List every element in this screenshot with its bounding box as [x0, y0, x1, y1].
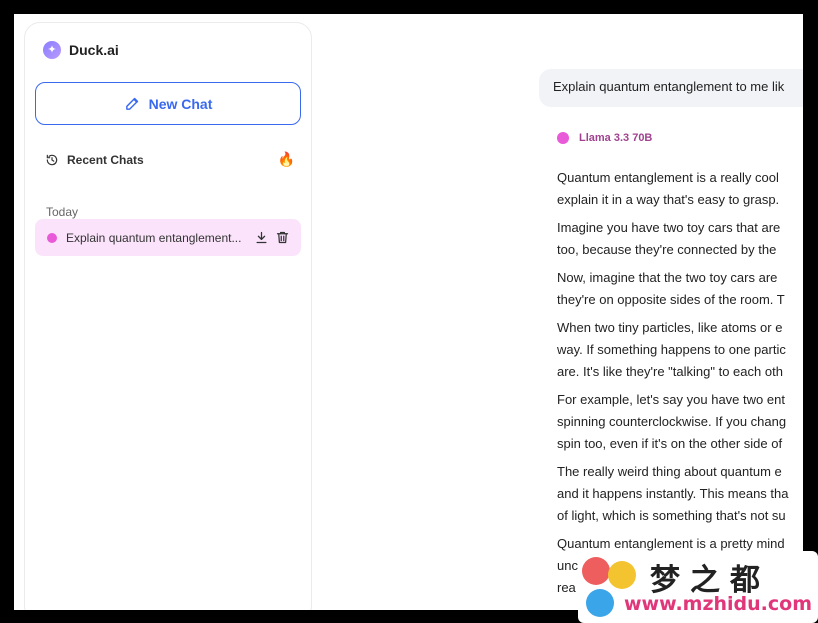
model-header: Llama 3.3 70B — [557, 132, 652, 144]
model-dot-icon — [47, 232, 57, 243]
watermark-url: www.mzhidu.com — [624, 593, 813, 615]
model-dot-icon — [557, 132, 569, 144]
response-line: way. If something happens to one partic — [557, 342, 786, 357]
recent-chats-header: Recent Chats 🔥 — [45, 151, 295, 168]
brand[interactable]: ✦ Duck.ai — [43, 41, 119, 59]
response-paragraph: Now, imagine that the two toy cars are th… — [557, 267, 803, 311]
sidebar: ✦ Duck.ai New Chat Recent Chats 🔥 Today … — [24, 22, 312, 610]
response-line: are. It's like they're "talking" to each… — [557, 364, 783, 379]
response-line: too, because they're connected by the — [557, 242, 777, 257]
response-line: spin too, even if it's on the other side… — [557, 436, 783, 451]
chat-actions — [254, 230, 290, 245]
response-line: Now, imagine that the two toy cars are — [557, 270, 778, 285]
response-paragraph: Imagine you have two toy cars that are to… — [557, 217, 803, 261]
download-icon[interactable] — [254, 230, 269, 245]
watermark: 梦之都 www.mzhidu.com — [578, 551, 818, 623]
duck-ai-logo-icon: ✦ — [43, 41, 61, 59]
response-line: The really weird thing about quantum e — [557, 464, 782, 479]
new-chat-label: New Chat — [148, 95, 213, 112]
history-icon — [46, 154, 58, 166]
chat-title: Explain quantum entanglement... — [66, 230, 242, 245]
assistant-response: Quantum entanglement is a really cool exp… — [557, 167, 803, 605]
chat-group-label: Today — [46, 205, 79, 219]
user-message-bubble: Explain quantum entanglement to me lik — [539, 69, 803, 107]
response-line: Imagine you have two toy cars that are — [557, 220, 781, 235]
response-line: Quantum entanglement is a really cool — [557, 170, 779, 185]
response-line: When two tiny particles, like atoms or e — [557, 320, 783, 335]
response-paragraph: Quantum entanglement is a really cool exp… — [557, 167, 803, 211]
response-line: and it happens instantly. This means tha — [557, 486, 789, 501]
response-line: spinning counterclockwise. If you chang — [557, 414, 787, 429]
brand-name: Duck.ai — [69, 42, 119, 58]
model-name: Llama 3.3 70B — [579, 132, 653, 144]
fire-icon[interactable]: 🔥 — [278, 151, 295, 168]
app-window: ✦ Duck.ai New Chat Recent Chats 🔥 Today … — [14, 14, 803, 610]
response-paragraph: When two tiny particles, like atoms or e… — [557, 317, 803, 383]
recent-chats-label: Recent Chats — [67, 153, 144, 167]
chat-list-item[interactable]: Explain quantum entanglement... — [35, 219, 301, 256]
pencil-icon — [125, 97, 138, 110]
new-chat-button[interactable]: New Chat — [35, 82, 301, 125]
response-line: explain it in a way that's easy to grasp… — [557, 192, 780, 207]
trash-icon[interactable] — [275, 230, 290, 245]
response-line: of light, which is something that's not … — [557, 508, 786, 523]
response-line: they're on opposite sides of the room. T — [557, 292, 785, 307]
response-paragraph: The really weird thing about quantum e an… — [557, 461, 803, 527]
response-paragraph: For example, let's say you have two ent s… — [557, 389, 803, 455]
response-line: For example, let's say you have two ent — [557, 392, 785, 407]
